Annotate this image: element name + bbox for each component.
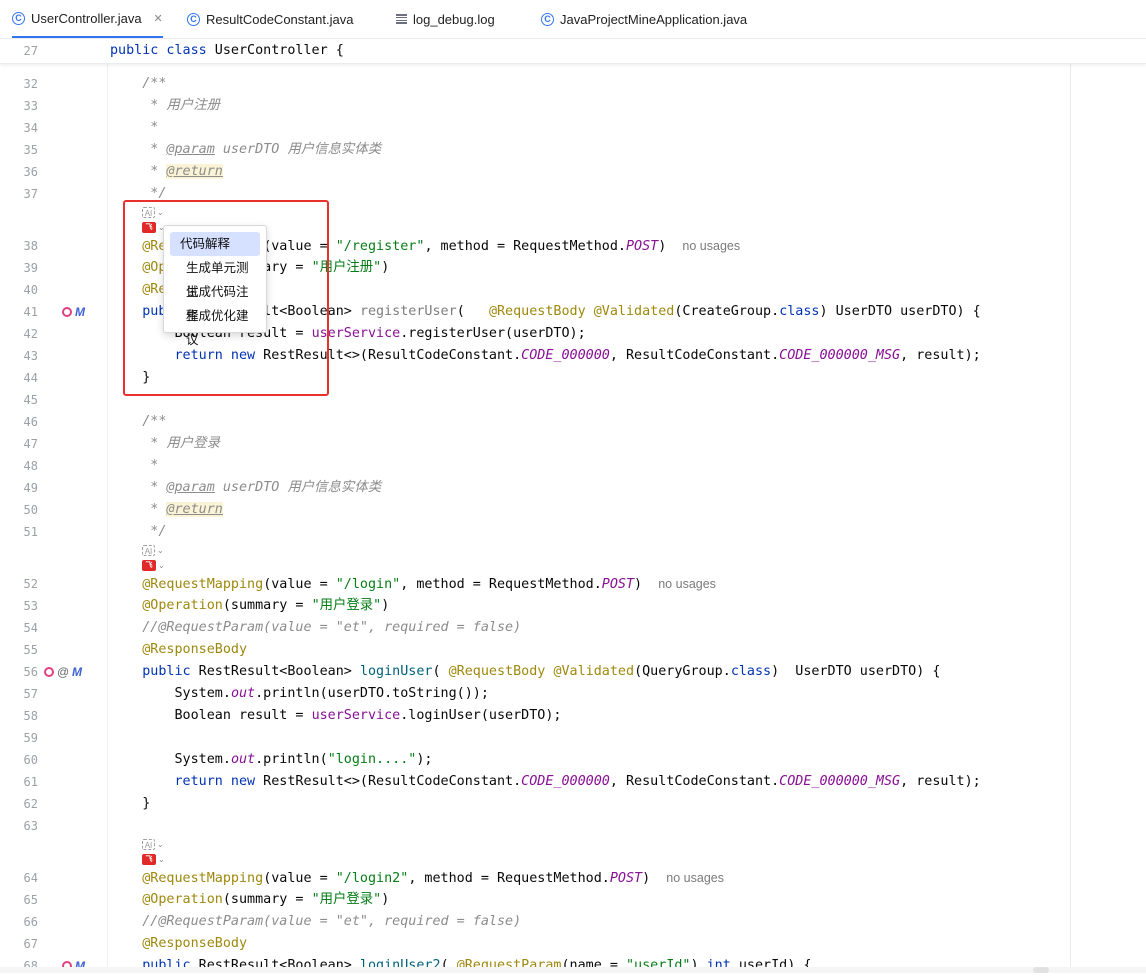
java-class-icon: C bbox=[12, 11, 25, 25]
menu-item-generate-code-comment[interactable]: 生成代码注释 bbox=[170, 280, 260, 323]
ai-feishu-inlay[interactable]: 飞 ⌄ bbox=[142, 560, 165, 571]
usages-hint: no usages bbox=[682, 239, 741, 253]
menu-item-explain-code[interactable]: 代码解释 bbox=[170, 232, 260, 256]
tab-javaprojectmineapplication[interactable]: C JavaProjectMineApplication.java bbox=[541, 0, 747, 38]
ai-action-popup-menu[interactable]: 代码解释 生成单元测试 生成代码注释 生成优化建议 bbox=[163, 225, 267, 347]
code-line: 36 * @return bbox=[23, 164, 223, 179]
code-line: 56 @ M public RestResult<Boolean> loginUs… bbox=[23, 664, 941, 679]
endpoint-icon[interactable] bbox=[62, 307, 72, 317]
code-line: 34 * bbox=[23, 120, 159, 135]
code-line: 58 Boolean result = userService.loginUse… bbox=[23, 708, 562, 723]
code-line: 35 * @param userDTO 用户信息实体类 bbox=[23, 142, 382, 157]
tab-log-debug[interactable]: log_debug.log bbox=[396, 0, 495, 38]
code-line: 66 //@RequestParam(value = "et", require… bbox=[23, 914, 522, 929]
code-line: 33 * 用户注册 bbox=[23, 98, 220, 113]
mapping-navigate-icon[interactable]: M bbox=[72, 666, 87, 678]
ai-red-badge-icon[interactable]: 飞 bbox=[142, 854, 156, 865]
chevron-down-icon[interactable]: ⌄ bbox=[157, 546, 164, 555]
ai-feishu-inlay[interactable]: 飞 ⌄ bbox=[142, 854, 165, 865]
menu-item-generate-unit-test[interactable]: 生成单元测试 bbox=[170, 256, 260, 299]
code-line: 67 @ResponseBody bbox=[23, 936, 248, 951]
code-line: 59 bbox=[23, 731, 38, 745]
editor-tab-bar: C UserController.java ✕ C ResultCodeCons… bbox=[0, 0, 1146, 39]
ai-assist-inlay[interactable]: AI ⌄ bbox=[142, 839, 164, 850]
chevron-down-icon[interactable]: ⌄ bbox=[158, 561, 165, 570]
code-line: 54 //@RequestParam(value = "et", require… bbox=[23, 620, 522, 635]
log-file-icon bbox=[396, 13, 407, 25]
horizontal-scrollbar[interactable] bbox=[0, 967, 1146, 973]
code-line: 49 * @param userDTO 用户信息实体类 bbox=[23, 480, 382, 495]
code-line: 32 /** bbox=[23, 76, 167, 91]
spring-boot-class-icon: C bbox=[541, 12, 554, 26]
code-line: 47 * 用户登录 bbox=[23, 436, 220, 451]
code-line: 60 System.out.println("login...."); bbox=[23, 752, 433, 767]
code-line: 46 /** bbox=[23, 414, 167, 429]
java-class-icon: C bbox=[187, 12, 200, 26]
code-line: 55 @ResponseBody bbox=[23, 642, 248, 657]
code-editor[interactable]: 27 public class UserController { 32 /** … bbox=[0, 39, 1146, 973]
code-line: 50 * @return bbox=[23, 502, 223, 517]
ai-assist-inlay[interactable]: AI ⌄ bbox=[142, 545, 164, 556]
code-line: 57 System.out.println(userDTO.toString()… bbox=[23, 686, 489, 701]
code-line: 62 } bbox=[23, 796, 151, 811]
usages-hint: no usages bbox=[666, 871, 724, 885]
code-line: 65 @Operation(summary = "用户登录") bbox=[23, 892, 390, 907]
line-number: 27 bbox=[23, 44, 38, 58]
ai-red-badge-icon[interactable]: 飞 bbox=[142, 560, 156, 571]
endpoint-icon[interactable] bbox=[44, 667, 54, 677]
ai-code-icon[interactable]: AI bbox=[142, 839, 155, 850]
tab-usercontroller[interactable]: C UserController.java ✕ bbox=[12, 0, 163, 38]
chevron-down-icon[interactable]: ⌄ bbox=[157, 840, 164, 849]
code-line: 51 */ bbox=[23, 524, 167, 539]
ai-code-icon[interactable]: AI bbox=[142, 545, 155, 556]
code-line: 53 @Operation(summary = "用户登录") bbox=[23, 598, 390, 613]
menu-item-generate-optimization[interactable]: 生成优化建议 bbox=[170, 304, 260, 347]
gutter-icons[interactable]: @ M bbox=[44, 666, 87, 678]
code-line: 61 return new RestResult<>(ResultCodeCon… bbox=[23, 774, 981, 789]
sticky-class-header[interactable]: 27 public class UserController { bbox=[0, 39, 1146, 64]
chevron-down-icon[interactable]: ⌄ bbox=[158, 855, 165, 864]
sticky-code: public class UserController { bbox=[110, 43, 344, 58]
mapping-navigate-icon[interactable]: M bbox=[75, 306, 90, 318]
code-line: 68 M public RestResult<Boolean> loginUse… bbox=[23, 958, 812, 973]
code-line: 64 @RequestMapping(value = "/login2", me… bbox=[23, 871, 724, 886]
usages-hint: no usages bbox=[658, 577, 716, 591]
code-line: 52 @RequestMapping(value = "/login", met… bbox=[23, 577, 716, 592]
at-annotation-icon[interactable]: @ bbox=[57, 666, 69, 678]
code-line: 48 * bbox=[23, 458, 159, 473]
scrollbar-thumb[interactable] bbox=[1033, 967, 1049, 973]
gutter-icons[interactable]: M bbox=[62, 306, 90, 318]
close-tab-icon[interactable]: ✕ bbox=[154, 12, 163, 25]
tab-resultcodeconstant[interactable]: C ResultCodeConstant.java bbox=[187, 0, 353, 38]
code-line: 63 bbox=[23, 819, 38, 833]
